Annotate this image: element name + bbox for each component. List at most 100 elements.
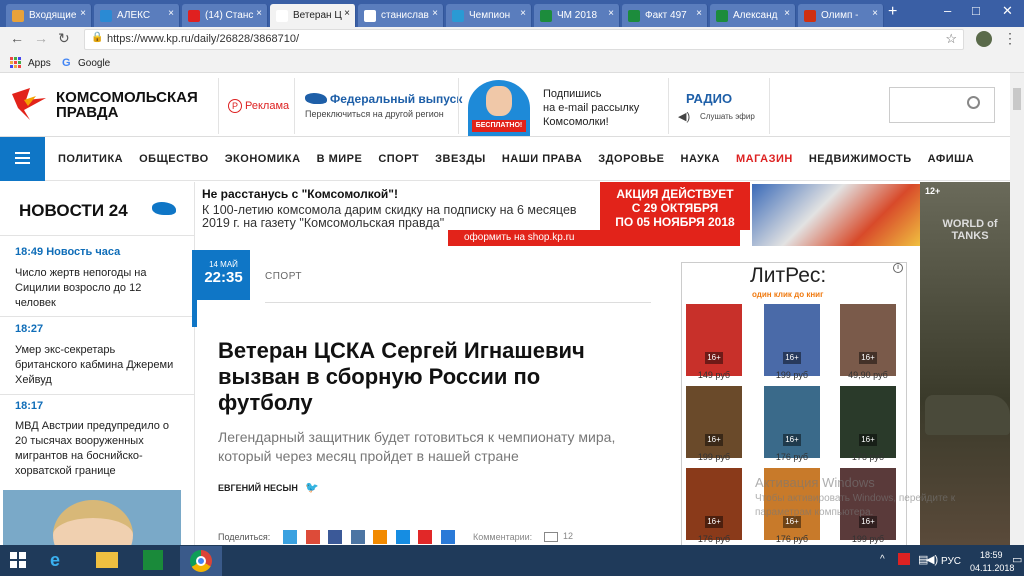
book-cover[interactable]: 16+ — [686, 468, 742, 540]
book-price[interactable]: 199 руб — [838, 534, 898, 544]
share-ok-icon[interactable] — [373, 530, 387, 544]
back-icon[interactable]: ← — [10, 30, 24, 46]
ie-icon[interactable]: e — [50, 550, 60, 571]
section-link[interactable]: СПОРТ — [265, 271, 302, 282]
book-price[interactable]: 49,90 руб — [838, 370, 898, 380]
news-item[interactable]: Умер экс-секретарь британского кабмина Д… — [15, 343, 180, 388]
search-icon[interactable] — [967, 96, 980, 109]
browser-tab[interactable]: Входящие × — [6, 4, 92, 27]
news-time[interactable]: 18:49 Новость часа — [15, 246, 120, 258]
book-price[interactable]: 176 руб — [762, 534, 822, 544]
tray-arrow-icon[interactable]: ^ — [880, 554, 885, 565]
tab-close-icon[interactable]: × — [696, 8, 702, 19]
share-twitter-icon[interactable] — [283, 530, 297, 544]
book-price[interactable]: 199 руб — [684, 452, 744, 462]
tab-close-icon[interactable]: × — [520, 8, 526, 19]
info-icon[interactable]: i — [893, 263, 903, 273]
notifications-icon[interactable]: ▭ — [1012, 553, 1022, 566]
maximize-icon[interactable]: □ — [972, 3, 980, 18]
explorer-icon[interactable] — [96, 552, 118, 568]
browser-tab[interactable]: Ветеран Ц × — [270, 4, 356, 27]
twitter-icon[interactable]: 🐦 — [305, 481, 319, 494]
browser-tab[interactable]: Факт 497 × — [622, 4, 708, 27]
tab-close-icon[interactable]: × — [872, 8, 878, 19]
address-bar[interactable]: 🔒 https://www.kp.ru/daily/26828/3868710/… — [84, 29, 964, 50]
forward-icon[interactable]: → — [34, 30, 48, 46]
share-mailru-icon[interactable] — [396, 530, 410, 544]
news-photo[interactable] — [3, 490, 181, 545]
clock-date[interactable]: 04.11.2018 — [970, 563, 1014, 573]
bookmark-apps[interactable]: Apps — [28, 58, 51, 69]
radio-title[interactable]: РАДИО — [686, 91, 732, 106]
share-vk-icon[interactable] — [351, 530, 365, 544]
flag-icon[interactable] — [898, 553, 910, 565]
nav-item[interactable]: ПОЛИТИКА — [58, 153, 123, 165]
book-cover[interactable]: 16+ — [686, 386, 742, 458]
browser-tab[interactable]: АЛЕКС × — [94, 4, 180, 27]
comment-icon[interactable] — [544, 532, 558, 542]
close-icon[interactable]: ✕ — [1002, 3, 1013, 19]
news-item[interactable]: МВД Австрии предупредило о 20 тысячах во… — [15, 419, 180, 479]
tab-close-icon[interactable]: × — [608, 8, 614, 19]
browser-tab[interactable]: Чемпион × — [446, 4, 532, 27]
nav-item[interactable]: МАГАЗИН — [736, 153, 793, 165]
author-link[interactable]: ЕВГЕНИЙ НЕСЫН — [218, 483, 298, 493]
scrollbar-thumb[interactable] — [1013, 88, 1021, 110]
litres-brand[interactable]: ЛитРес: — [750, 264, 826, 288]
nav-item[interactable]: СПОРТ — [378, 153, 419, 165]
book-price[interactable]: 149 руб — [684, 370, 744, 380]
volume-icon[interactable]: ◀) — [926, 553, 938, 566]
hamburger-menu-button[interactable] — [0, 137, 45, 181]
subscribe-text[interactable]: Подпишись на e-mail рассылку Комсомолки! — [543, 87, 639, 129]
minimize-icon[interactable]: – — [944, 3, 951, 18]
tab-close-icon[interactable]: × — [432, 8, 438, 19]
book-cover[interactable]: 16+ — [764, 304, 820, 376]
browser-tab[interactable]: Александ × — [710, 4, 796, 27]
edition-title[interactable]: Федеральный выпуск — [330, 92, 462, 106]
nav-item[interactable]: АФИША — [928, 153, 974, 165]
book-cover[interactable]: 16+ — [764, 386, 820, 458]
share-gplus-icon[interactable] — [306, 530, 320, 544]
book-cover[interactable]: 16+ — [840, 386, 896, 458]
reload-icon[interactable]: ↻ — [58, 30, 70, 47]
nav-item[interactable]: ЗВЕЗДЫ — [435, 153, 486, 165]
book-price[interactable]: 176 руб — [838, 452, 898, 462]
share-flipboard-icon[interactable] — [418, 530, 432, 544]
ad-link[interactable]: Реклама — [245, 100, 289, 112]
book-cover[interactable]: 16+ — [840, 304, 896, 376]
radio-sub[interactable]: Слушать эфир — [700, 112, 755, 121]
nav-item[interactable]: В МИРЕ — [317, 153, 363, 165]
news-time[interactable]: 18:17 — [15, 400, 43, 412]
tab-close-icon[interactable]: × — [256, 8, 262, 19]
new-tab-button[interactable]: + — [888, 3, 897, 21]
clock-time[interactable]: 18:59 — [980, 550, 1003, 560]
nav-item[interactable]: НАУКА — [681, 153, 720, 165]
nav-item[interactable]: НАШИ ПРАВА — [502, 153, 582, 165]
browser-tab[interactable]: ЧМ 2018 × — [534, 4, 620, 27]
share-email-icon[interactable] — [441, 530, 455, 544]
book-price[interactable]: 176 руб — [762, 452, 822, 462]
scrollbar[interactable] — [1010, 73, 1024, 545]
news-time[interactable]: 18:27 — [15, 323, 43, 335]
store-icon[interactable] — [143, 550, 163, 570]
nav-item[interactable]: НЕДВИЖИМОСТЬ — [809, 153, 912, 165]
share-facebook-icon[interactable] — [328, 530, 342, 544]
browser-tab[interactable]: станислав × — [358, 4, 444, 27]
nav-item[interactable]: ОБЩЕСТВО — [139, 153, 209, 165]
banner-cta[interactable]: оформить на shop.kp.ru — [464, 232, 575, 243]
tab-close-icon[interactable]: × — [784, 8, 790, 19]
subscribe-image[interactable]: БЕСПЛАТНО! — [468, 80, 530, 136]
book-price[interactable]: 176 руб — [684, 534, 744, 544]
tab-close-icon[interactable]: × — [344, 8, 350, 19]
news-item[interactable]: Число жертв непогоды на Сицилии возросло… — [15, 266, 180, 311]
nav-item[interactable]: ЭКОНОМИКА — [225, 153, 301, 165]
menu-icon[interactable]: ⋮ — [1003, 30, 1017, 47]
browser-tab[interactable]: (14) Станс × — [182, 4, 268, 27]
edition-sub[interactable]: Переключиться на другой регион — [305, 109, 444, 119]
tab-close-icon[interactable]: × — [168, 8, 174, 19]
language-indicator[interactable]: РУС — [941, 556, 961, 567]
profile-avatar[interactable] — [976, 31, 992, 47]
comments-count[interactable]: 12 — [563, 531, 573, 541]
kp-logo-icon[interactable] — [10, 86, 48, 122]
start-icon[interactable] — [10, 552, 26, 568]
